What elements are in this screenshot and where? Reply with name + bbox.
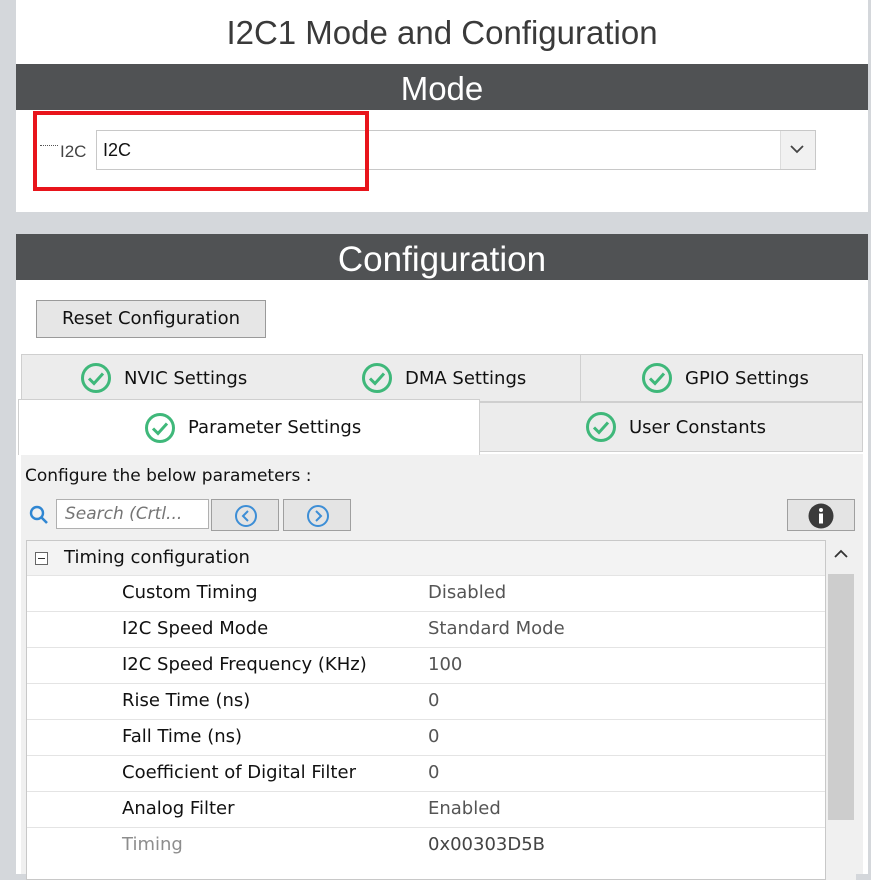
parameter-name: Analog Filter: [122, 798, 235, 819]
group-row-timing-configuration[interactable]: Timing configuration: [27, 541, 825, 575]
configure-instruction: Configure the below parameters :: [25, 466, 312, 486]
parameter-name: Coefficient of Digital Filter: [122, 762, 356, 783]
tab-user-constants[interactable]: User Constants: [479, 402, 863, 452]
scrollbar-thumb[interactable]: [828, 574, 854, 820]
tab-label: DMA Settings: [405, 367, 527, 389]
vertical-scrollbar[interactable]: [826, 540, 856, 880]
parameter-name: Fall Time (ns): [122, 726, 243, 747]
parameter-value: 0x00303D5B: [428, 834, 546, 855]
tab-dma-settings[interactable]: DMA Settings: [303, 354, 581, 402]
tab-label: NVIC Settings: [124, 367, 248, 389]
table-row[interactable]: Fall Time (ns) 0: [27, 719, 825, 755]
parameter-value[interactable]: Disabled: [428, 582, 506, 603]
arrow-left-circle-icon: [235, 505, 257, 527]
parameter-value[interactable]: 100: [428, 654, 462, 675]
chevron-down-icon: [790, 145, 804, 154]
parameter-name: I2C Speed Mode: [122, 618, 269, 639]
parameter-settings-area: Configure the below parameters : Search …: [21, 454, 863, 880]
table-row[interactable]: I2C Speed Frequency (KHz) 100: [27, 647, 825, 683]
parameter-value[interactable]: Enabled: [428, 798, 501, 819]
table-row[interactable]: I2C Speed Mode Standard Mode: [27, 611, 825, 647]
scroll-up-button[interactable]: [826, 540, 856, 570]
parameter-name: Rise Time (ns): [122, 690, 251, 711]
search-icon[interactable]: [29, 505, 49, 525]
info-button[interactable]: [787, 499, 855, 531]
tab-nvic-settings[interactable]: NVIC Settings: [21, 354, 303, 402]
reset-configuration-button[interactable]: Reset Configuration: [36, 300, 266, 338]
parameter-value[interactable]: 0: [428, 762, 439, 783]
tab-label: Parameter Settings: [188, 417, 362, 438]
tab-label: GPIO Settings: [685, 367, 809, 389]
check-circle-icon: [81, 363, 111, 393]
group-label: Timing configuration: [64, 547, 250, 568]
parameter-value[interactable]: 0: [428, 690, 439, 711]
parameter-value[interactable]: Standard Mode: [428, 618, 565, 639]
info-icon: [808, 503, 834, 529]
check-circle-icon: [642, 363, 672, 393]
configuration-header: Configuration: [16, 234, 868, 280]
parameter-name: Timing: [122, 834, 183, 855]
table-row[interactable]: Rise Time (ns) 0: [27, 683, 825, 719]
parameter-name: Custom Timing: [122, 582, 258, 603]
tab-parameter-settings[interactable]: Parameter Settings: [18, 399, 480, 455]
table-row[interactable]: Custom Timing Disabled: [27, 575, 825, 611]
check-circle-icon: [586, 412, 616, 442]
parameter-value[interactable]: 0: [428, 726, 439, 747]
highlight-annotation: [33, 111, 369, 191]
next-match-button[interactable]: [283, 499, 351, 531]
search-input[interactable]: [56, 499, 209, 529]
collapse-toggle-icon[interactable]: [35, 552, 48, 565]
arrow-right-circle-icon: [307, 505, 329, 527]
mode-header: Mode: [16, 64, 868, 110]
configuration-panel: Configuration Reset Configuration NVIC S…: [16, 234, 868, 880]
previous-match-button[interactable]: [211, 499, 279, 531]
parameter-name: I2C Speed Frequency (KHz): [122, 654, 367, 675]
table-row: Timing 0x00303D5B: [27, 827, 825, 863]
check-circle-icon: [362, 363, 392, 393]
chevron-up-icon: [834, 549, 848, 558]
table-row[interactable]: Analog Filter Enabled: [27, 791, 825, 827]
mode-panel: I2C1 Mode and Configuration Mode I2C I2C: [16, 0, 868, 212]
tab-label: User Constants: [629, 416, 767, 438]
mode-select-dropdown-button[interactable]: [780, 131, 815, 169]
parameter-table: Timing configuration Custom Timing Disab…: [26, 540, 826, 880]
page-title: I2C1 Mode and Configuration: [226, 14, 658, 51]
tab-gpio-settings[interactable]: GPIO Settings: [580, 354, 863, 402]
check-circle-icon: [145, 412, 175, 443]
table-row[interactable]: Coefficient of Digital Filter 0: [27, 755, 825, 791]
